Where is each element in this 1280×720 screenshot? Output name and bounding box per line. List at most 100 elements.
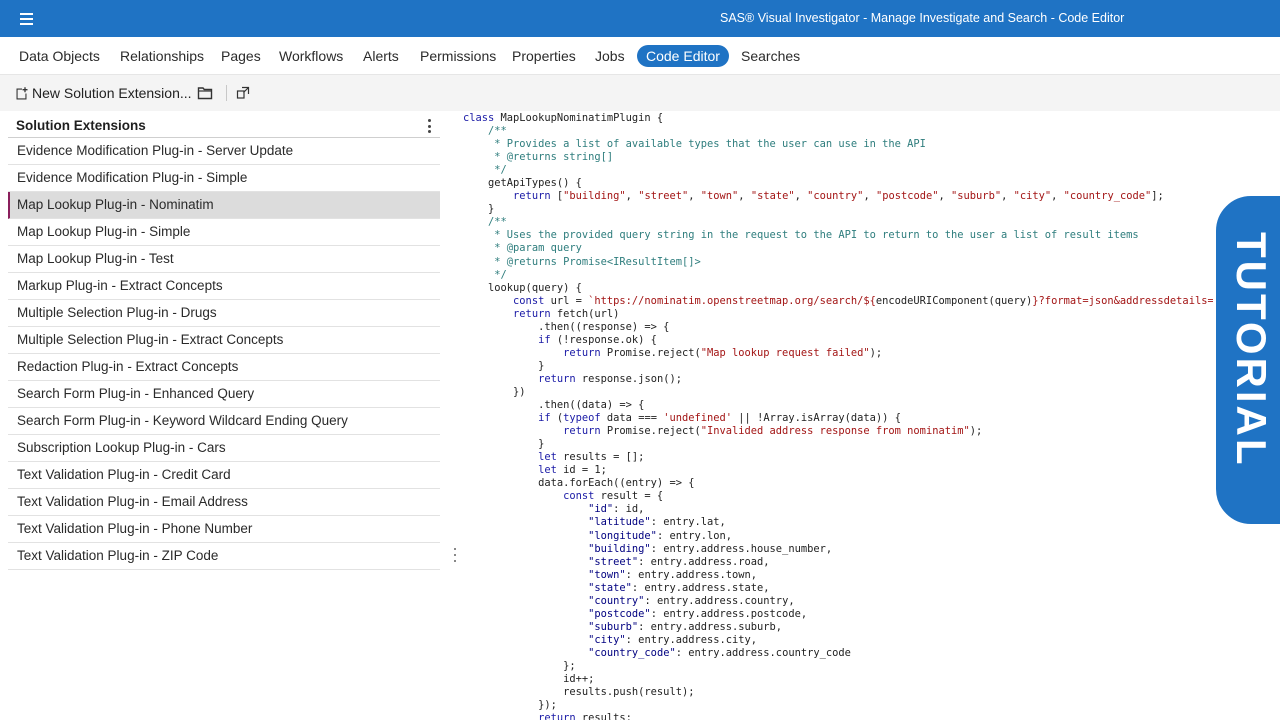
- code-token: });: [463, 699, 557, 712]
- list-item[interactable]: Evidence Modification Plug-in - Simple: [8, 165, 440, 192]
- code-line: .then((data) => {: [463, 399, 1233, 412]
- list-item[interactable]: Multiple Selection Plug-in - Drugs: [8, 300, 440, 327]
- code-token: };: [463, 659, 576, 672]
- list-item[interactable]: Multiple Selection Plug-in - Extract Con…: [8, 327, 440, 354]
- code-token: const: [563, 490, 595, 503]
- code-token: if: [538, 412, 551, 425]
- new-solution-extension-label: New Solution Extension...: [32, 85, 192, 101]
- code-line: return results;: [463, 712, 1233, 720]
- code-token: );: [869, 346, 883, 359]
- app-header: SAS® Visual Investigator - Manage Invest…: [0, 0, 1280, 37]
- code-token: "Map lookup request failed": [700, 346, 870, 359]
- code-token: ,: [738, 190, 751, 203]
- tab-properties[interactable]: Properties: [503, 45, 585, 67]
- code-token: * @param query: [494, 242, 582, 255]
- code-line: let results = [];: [463, 451, 1233, 464]
- code-line: return Promise.reject("Map lookup reques…: [463, 347, 1233, 360]
- tab-searches[interactable]: Searches: [732, 45, 809, 67]
- open-folder-button[interactable]: [197, 84, 213, 102]
- list-item[interactable]: Map Lookup Plug-in - Simple: [8, 219, 440, 246]
- code-token: : entry.address.town,: [625, 568, 758, 581]
- list-item[interactable]: Text Validation Plug-in - Email Address: [8, 489, 440, 516]
- list-item[interactable]: Text Validation Plug-in - ZIP Code: [8, 543, 440, 570]
- code-line: "town": entry.address.town,: [463, 569, 1233, 582]
- list-item[interactable]: Search Form Plug-in - Enhanced Query: [8, 381, 440, 408]
- list-item[interactable]: Redaction Plug-in - Extract Concepts: [8, 354, 440, 381]
- code-token: "id": [588, 503, 614, 516]
- code-token: : entry.address.city,: [625, 633, 758, 646]
- code-line: * Provides a list of available types tha…: [463, 138, 1233, 151]
- code-token: ,: [938, 190, 952, 203]
- list-item[interactable]: Map Lookup Plug-in - Nominatim: [8, 192, 440, 219]
- list-item[interactable]: Subscription Lookup Plug-in - Cars: [8, 435, 440, 462]
- tab-workflows[interactable]: Workflows: [270, 45, 352, 67]
- menu-icon[interactable]: [12, 8, 40, 30]
- code-token: || !Array.isArray(data)) {: [732, 412, 901, 425]
- list-item[interactable]: Text Validation Plug-in - Phone Number: [8, 516, 440, 543]
- code-token: "suburb": [951, 190, 1002, 203]
- code-token: */: [494, 164, 507, 177]
- code-token: }: [463, 438, 545, 451]
- code-line: let id = 1;: [463, 464, 1233, 477]
- code-token: MapLookupNominatimPlugin {: [494, 112, 664, 124]
- code-line: * Uses the provided query string in the …: [463, 229, 1233, 242]
- toolbar: New Solution Extension...: [0, 75, 1280, 111]
- code-token: "building": [563, 190, 626, 203]
- code-line: }: [463, 438, 1233, 451]
- code-line: "longitude": entry.lon,: [463, 530, 1233, 543]
- tab-pages[interactable]: Pages: [212, 45, 270, 67]
- code-token: }): [463, 385, 526, 398]
- code-line: lookup(query) {: [463, 282, 1233, 295]
- code-line: }: [463, 360, 1233, 373]
- code-token: * @returns Promise<IResultItem[]>: [494, 255, 701, 268]
- code-token: * Uses the provided query string in the …: [494, 229, 1139, 242]
- tab-relationships[interactable]: Relationships: [111, 45, 213, 67]
- code-token: * Provides a list of available types tha…: [494, 138, 926, 151]
- drag-handle-icon[interactable]: [454, 548, 456, 562]
- code-line: "latitude": entry.lat,: [463, 516, 1233, 529]
- code-line: return fetch(url): [463, 308, 1233, 321]
- code-line: results.push(result);: [463, 686, 1233, 699]
- code-token: : entry.address.state,: [631, 581, 770, 594]
- code-token: "town": [588, 568, 626, 581]
- list-item[interactable]: Map Lookup Plug-in - Test: [8, 246, 440, 273]
- list-item[interactable]: Evidence Modification Plug-in - Server U…: [8, 138, 440, 165]
- code-content[interactable]: class MapLookupNominatimPlugin { /** * P…: [463, 112, 1233, 720]
- detach-button[interactable]: [236, 84, 250, 102]
- tab-permissions[interactable]: Permissions: [411, 45, 505, 67]
- list-item[interactable]: Text Validation Plug-in - Credit Card: [8, 462, 440, 489]
- code-editor[interactable]: class MapLookupNominatimPlugin { /** * P…: [458, 111, 1280, 720]
- code-token: "Invalided address response from nominat…: [700, 425, 970, 438]
- list-item[interactable]: Search Form Plug-in - Keyword Wildcard E…: [8, 408, 440, 435]
- code-line: .then((response) => {: [463, 321, 1233, 334]
- code-token: : entry.address.country,: [644, 594, 795, 607]
- code-line: if (!response.ok) {: [463, 334, 1233, 347]
- tab-jobs[interactable]: Jobs: [586, 45, 634, 67]
- tab-data-objects[interactable]: Data Objects: [10, 45, 109, 67]
- code-token: "postcode": [588, 607, 651, 620]
- new-solution-extension-button[interactable]: New Solution Extension...: [14, 84, 192, 102]
- code-line: /**: [463, 125, 1233, 138]
- tab-alerts[interactable]: Alerts: [354, 45, 408, 67]
- code-token: typeof: [563, 412, 601, 425]
- list-item[interactable]: Markup Plug-in - Extract Concepts: [8, 273, 440, 300]
- code-line: return response.json();: [463, 373, 1233, 386]
- code-line: const result = {: [463, 490, 1233, 503]
- code-token: id++;: [463, 673, 595, 686]
- code-line: const url = `https://nominatim.openstree…: [463, 295, 1232, 308]
- more-options-icon[interactable]: [424, 119, 434, 133]
- code-token: (: [550, 412, 564, 425]
- code-line: "suburb": entry.address.suburb,: [463, 621, 1233, 634]
- code-token: "street": [588, 555, 639, 568]
- tab-code-editor[interactable]: Code Editor: [637, 45, 729, 67]
